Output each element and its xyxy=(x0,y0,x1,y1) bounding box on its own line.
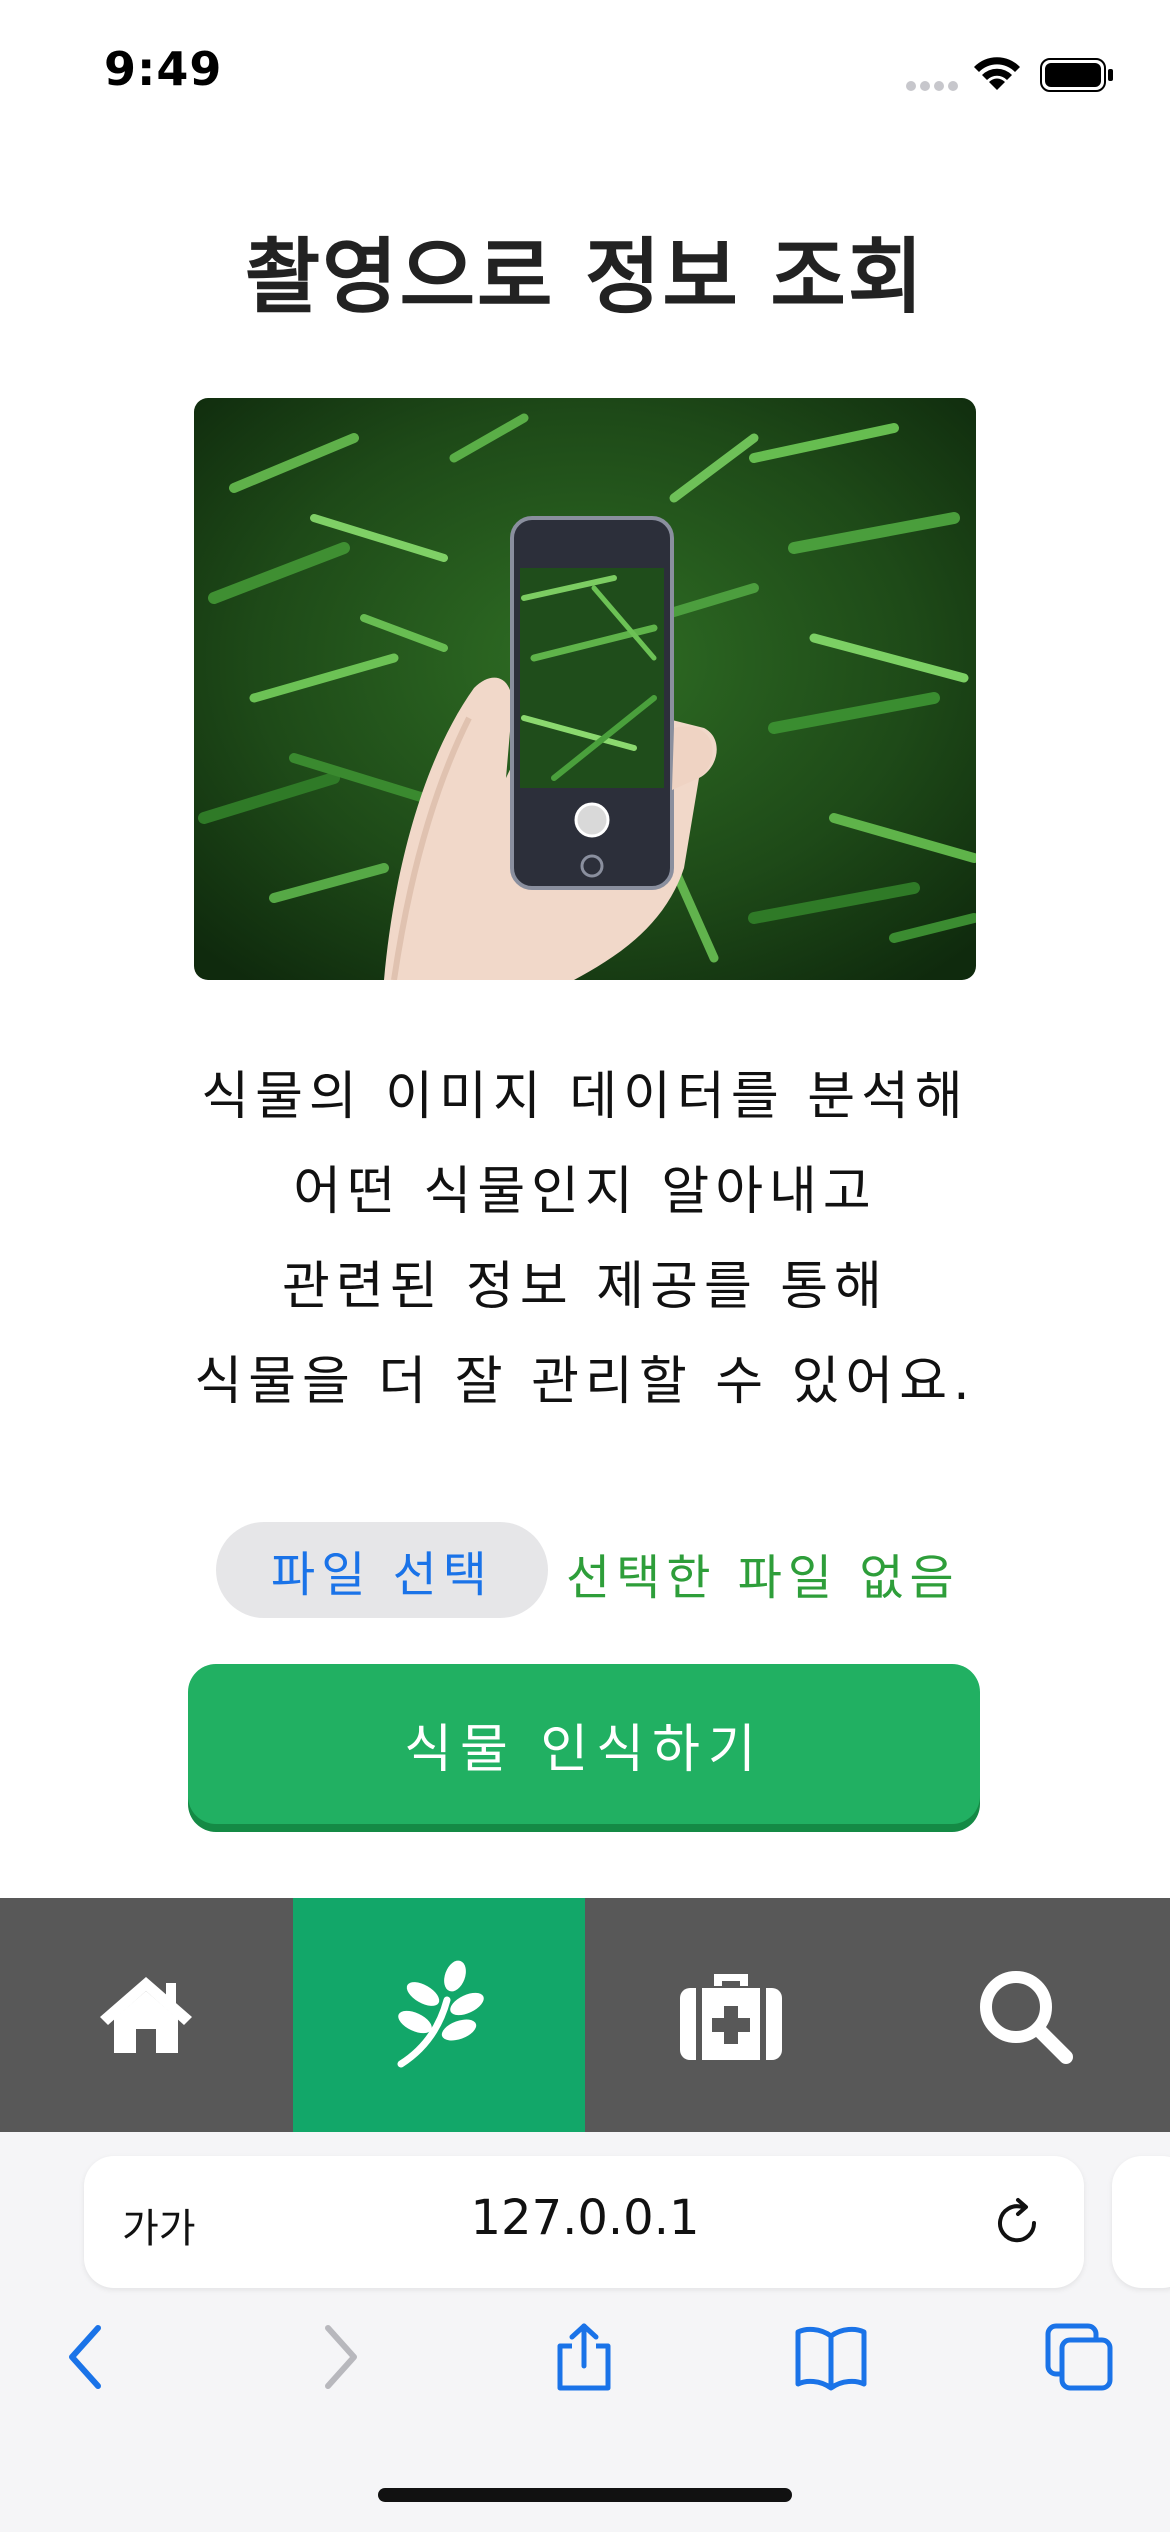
nav-item-search[interactable] xyxy=(878,1898,1170,2132)
cellular-signal-icon xyxy=(906,81,958,91)
tabs-icon[interactable] xyxy=(1044,2322,1114,2392)
bookmarks-icon[interactable] xyxy=(794,2322,868,2392)
wifi-icon xyxy=(974,57,1020,90)
back-icon[interactable] xyxy=(64,2322,108,2392)
description-line: 식물을 더 잘 관리할 수 있어요. xyxy=(194,1352,976,1412)
description-line: 식물의 이미지 데이터를 분석해 xyxy=(201,1067,969,1127)
description-line: 어떤 식물인지 알아내고 xyxy=(293,1162,877,1222)
home-icon xyxy=(100,1977,193,2053)
hero-image-plant-phone xyxy=(194,398,976,980)
status-bar: 9:49 xyxy=(0,0,1170,140)
nav-item-medical[interactable] xyxy=(585,1898,878,2132)
battery-icon xyxy=(1040,58,1113,92)
nav-item-plant[interactable] xyxy=(292,1898,585,2132)
status-time: 9:49 xyxy=(104,42,223,96)
medical-kit-icon xyxy=(680,1974,783,2060)
home-indicator[interactable] xyxy=(378,2488,792,2502)
search-icon xyxy=(979,1971,1073,2064)
file-status-text: 선택한 파일 없음 xyxy=(566,1550,960,1606)
description-text: 식물의 이미지 데이터를 분석해 어떤 식물인지 알아내고 관련된 정보 제공를… xyxy=(0,1050,1170,1430)
nav-item-home[interactable] xyxy=(0,1898,293,2132)
reload-icon[interactable] xyxy=(990,2196,1044,2250)
share-icon[interactable] xyxy=(552,2322,616,2392)
identify-plant-button[interactable]: 식물 인식하기 xyxy=(188,1664,980,1824)
bottom-nav xyxy=(0,1898,1170,2132)
description-line: 관련된 정보 제공를 통해 xyxy=(282,1257,888,1317)
plant-icon xyxy=(397,1960,484,2068)
choose-file-button[interactable]: 파일 선택 xyxy=(216,1522,548,1618)
forward-icon[interactable] xyxy=(318,2322,362,2392)
page-title: 촬영으로 정보 조회 xyxy=(244,230,926,325)
